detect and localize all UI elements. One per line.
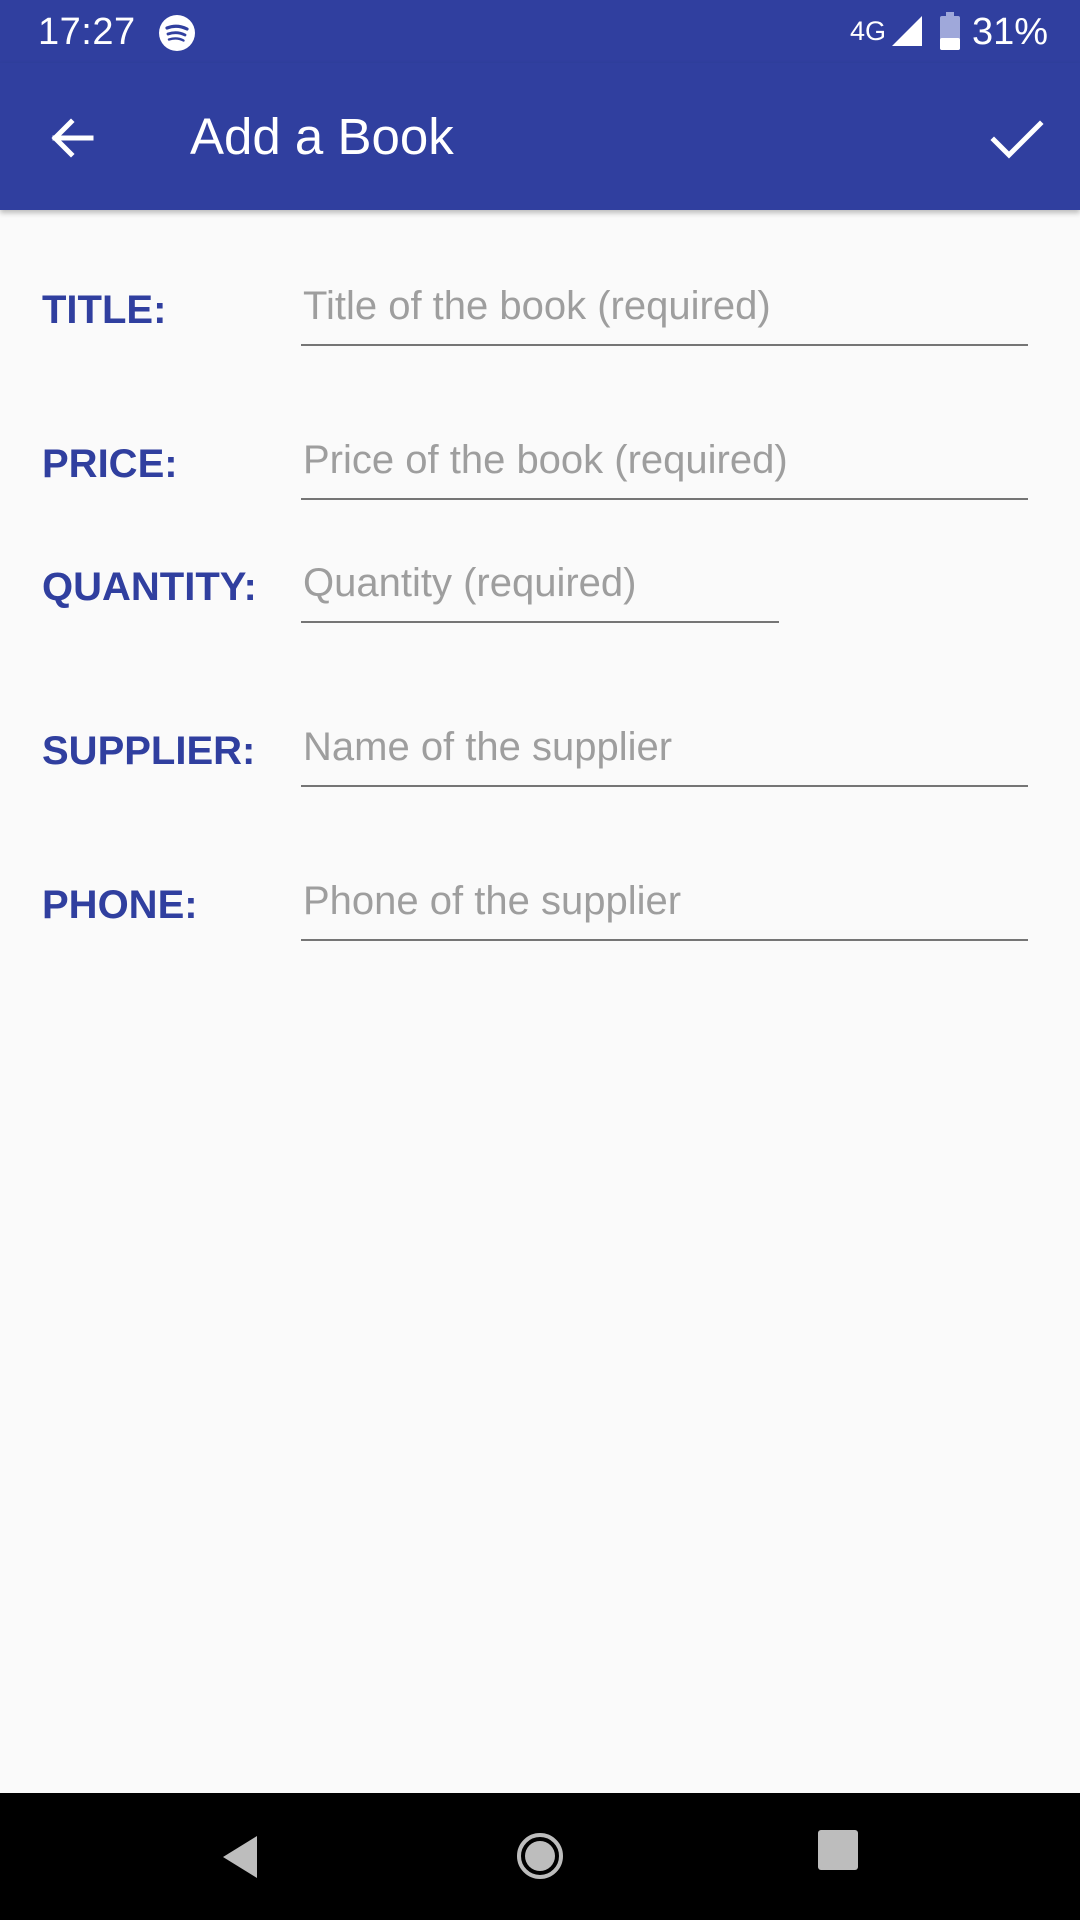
app-bar: Add a Book [0,63,1080,210]
nav-back-button[interactable] [213,1826,275,1888]
network-type: 4G [850,16,887,46]
title-label: TITLE: [42,288,167,332]
page-title: Add a Book [190,108,454,165]
nav-recents-button[interactable] [816,1828,860,1872]
save-button[interactable] [982,103,1052,173]
price-input[interactable] [301,430,1028,500]
back-button[interactable] [38,103,108,173]
title-input[interactable] [301,276,1028,346]
screen: 17:27 4G 31% Add a Book TITLE: Title of … [0,0,1080,1920]
status-time: 17:27 [38,11,136,53]
status-bar: 17:27 4G 31% [0,0,1080,63]
price-label: PRICE: [42,442,178,486]
battery-icon [940,12,960,50]
supplier-label: SUPPLIER: [42,729,256,773]
nav-home-button[interactable] [507,1823,573,1889]
quantity-input[interactable] [301,553,779,623]
signal-icon [890,14,924,48]
home-circle-icon [517,1833,563,1879]
arrow-left-icon [51,118,94,158]
checkmark-icon [990,120,1044,159]
back-triangle-icon [223,1836,257,1878]
quantity-label: QUANTITY: [42,565,257,609]
navigation-bar [0,1793,1080,1920]
phone-label: PHONE: [42,883,198,927]
recents-square-icon [818,1830,858,1870]
phone-input[interactable] [301,871,1028,941]
battery-percentage: 31% [972,11,1049,53]
spotify-icon [158,14,196,52]
supplier-input[interactable] [301,717,1028,787]
